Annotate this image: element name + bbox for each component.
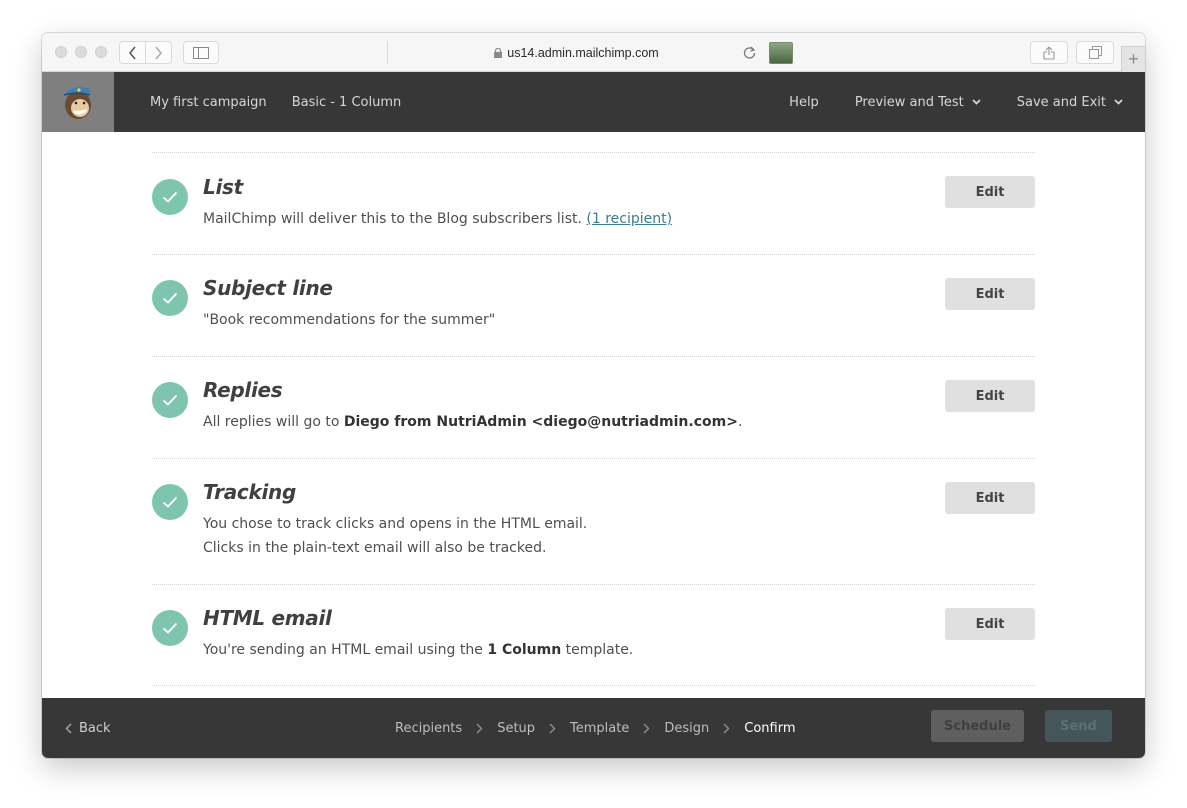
preview-and-test-label: Preview and Test	[854, 94, 964, 110]
section-description: All replies will go to Diego from NutriA…	[203, 410, 742, 434]
share-button[interactable]	[1030, 41, 1068, 64]
freddie-monkey-icon	[63, 86, 91, 119]
subject-line-text: "Book recommendations for the summer"	[203, 312, 496, 328]
section-title: List	[203, 175, 243, 199]
chevron-down-icon	[1114, 99, 1123, 105]
section-title: Replies	[203, 378, 283, 402]
back-button[interactable]: Back	[65, 721, 111, 736]
replies-prefix-text: All replies will go to	[203, 414, 344, 430]
chevron-right-icon	[476, 722, 483, 734]
replies-suffix-text: .	[737, 414, 743, 430]
save-and-exit-label: Save and Exit	[1016, 94, 1106, 110]
minimize-window-button[interactable]	[75, 46, 87, 58]
html-email-suffix-text: template.	[561, 642, 634, 658]
chevron-right-icon	[643, 722, 650, 734]
edit-tracking-button[interactable]: Edit	[945, 482, 1035, 514]
close-window-button[interactable]	[55, 46, 67, 58]
tracking-line-2: Clicks in the plain-text email will also…	[203, 540, 547, 556]
section-subject-line: Subject line "Book recommendations for t…	[152, 254, 1035, 356]
browser-toolbar: us14.admin.mailchimp.com +	[42, 33, 1145, 72]
step-confirm[interactable]: Confirm	[744, 721, 795, 736]
section-description: MailChimp will deliver this to the Blog …	[203, 207, 672, 231]
chevron-left-icon	[129, 46, 136, 59]
share-icon	[1043, 45, 1055, 60]
preview-and-test-dropdown[interactable]: Preview and Test	[855, 95, 981, 110]
check-circle-icon	[152, 179, 188, 215]
back-label: Back	[79, 720, 111, 736]
step-template[interactable]: Template	[570, 721, 629, 736]
edit-list-button[interactable]: Edit	[945, 176, 1035, 208]
reload-icon[interactable]	[743, 46, 756, 59]
chevron-down-icon	[972, 99, 981, 105]
sidebar-icon	[193, 46, 209, 59]
tabs-icon	[1088, 46, 1102, 59]
mailchimp-logo[interactable]	[42, 72, 114, 132]
url-text: us14.admin.mailchimp.com	[507, 45, 659, 60]
edit-html-email-button[interactable]: Edit	[945, 608, 1035, 640]
section-title: Subject line	[203, 276, 333, 300]
html-email-prefix-text: You're sending an HTML email using the	[203, 642, 488, 658]
campaign-name-link[interactable]: My first campaign	[150, 95, 267, 110]
chevron-right-icon	[723, 722, 730, 734]
step-setup[interactable]: Setup	[497, 721, 535, 736]
schedule-button[interactable]: Schedule	[931, 710, 1024, 742]
check-circle-icon	[152, 382, 188, 418]
forward-nav-button[interactable]	[145, 41, 172, 64]
save-and-exit-dropdown[interactable]: Save and Exit	[1017, 95, 1123, 110]
reply-to-address: Diego from NutriAdmin <diego@nutriadmin.…	[343, 414, 738, 430]
edit-subject-button[interactable]: Edit	[945, 278, 1035, 310]
recipient-count-link[interactable]: (1 recipient)	[586, 211, 672, 227]
extension-icon[interactable]	[769, 42, 793, 64]
template-name-link[interactable]: Basic - 1 Column	[292, 95, 402, 110]
send-button[interactable]: Send	[1045, 710, 1112, 742]
tracking-line-1: You chose to track clicks and opens in t…	[203, 516, 588, 532]
step-breadcrumb: Recipients Setup Template Design Confirm	[395, 721, 796, 736]
help-label: Help	[789, 94, 819, 110]
browser-window: us14.admin.mailchimp.com + My first camp…	[42, 33, 1145, 758]
new-tab-button[interactable]: +	[1121, 46, 1145, 72]
section-title: Tracking	[203, 480, 296, 504]
list-description-text: MailChimp will deliver this to the Blog …	[203, 211, 587, 227]
chevron-left-icon	[65, 722, 72, 734]
section-description: You're sending an HTML email using the 1…	[203, 638, 633, 662]
zoom-window-button[interactable]	[95, 46, 107, 58]
section-list: List MailChimp will deliver this to the …	[152, 152, 1035, 254]
section-description: You chose to track clicks and opens in t…	[203, 512, 587, 560]
help-link[interactable]: Help	[789, 95, 819, 110]
template-name: 1 Column	[487, 642, 562, 658]
back-nav-button[interactable]	[119, 41, 146, 64]
app-header: My first campaign Basic - 1 Column Help …	[42, 72, 1145, 132]
check-circle-icon	[152, 610, 188, 646]
confirm-checklist: List MailChimp will deliver this to the …	[42, 132, 1145, 698]
step-design[interactable]: Design	[664, 721, 709, 736]
section-replies: Replies All replies will go to Diego fro…	[152, 356, 1035, 458]
section-tracking: Tracking You chose to track clicks and o…	[152, 458, 1035, 584]
chevron-right-icon	[549, 722, 556, 734]
check-circle-icon	[152, 484, 188, 520]
step-recipients[interactable]: Recipients	[395, 721, 462, 736]
tabs-overview-button[interactable]	[1076, 41, 1114, 64]
sidebar-toggle-button[interactable]	[183, 41, 219, 64]
section-html-email: HTML email You're sending an HTML email …	[152, 584, 1035, 686]
chevron-right-icon	[155, 46, 162, 59]
lock-icon	[494, 47, 503, 58]
address-bar[interactable]: us14.admin.mailchimp.com	[387, 41, 765, 64]
edit-replies-button[interactable]: Edit	[945, 380, 1035, 412]
check-circle-icon	[152, 280, 188, 316]
campaign-footer: Back Recipients Setup Template Design Co…	[42, 698, 1145, 758]
section-title: HTML email	[203, 606, 332, 630]
